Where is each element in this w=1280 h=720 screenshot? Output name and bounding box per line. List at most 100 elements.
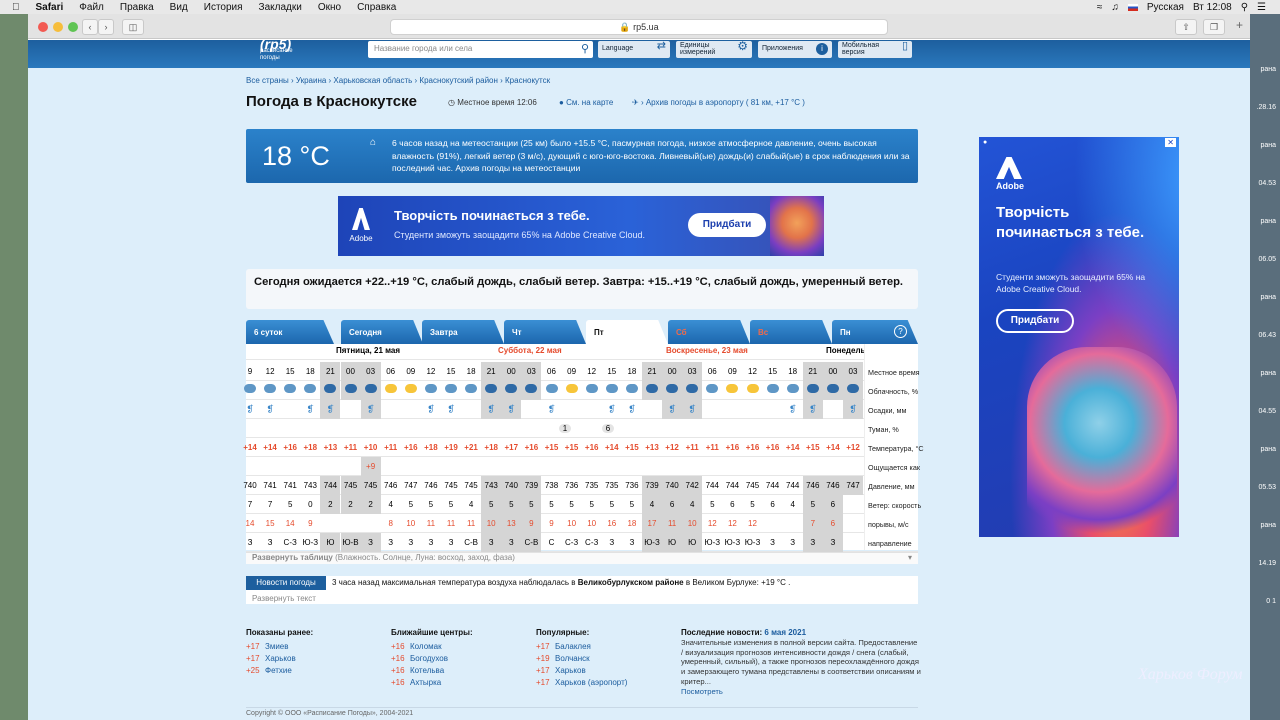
- desktop-file-label[interactable]: 04.55: [1258, 408, 1276, 415]
- wind-speed-cell: 5: [481, 495, 502, 514]
- menu-view[interactable]: Вид: [170, 2, 188, 13]
- view-more-link[interactable]: Посмотреть: [681, 687, 921, 697]
- desktop-file-label[interactable]: рана: [1260, 522, 1276, 529]
- address-bar[interactable]: 🔒 rp5.ua: [390, 19, 888, 35]
- list-item[interactable]: +17 Харьков (аэропорт): [536, 678, 627, 687]
- expand-news-link[interactable]: Развернуть текст: [252, 594, 316, 603]
- wind-gust-cell: 10: [406, 519, 416, 528]
- search-icon[interactable]: ⚲: [581, 41, 589, 57]
- ad-buy-button[interactable]: Придбати: [688, 213, 766, 237]
- tab-sunday[interactable]: Вс: [750, 320, 832, 344]
- menu-history[interactable]: История: [204, 2, 243, 13]
- language-button[interactable]: Language ⇄: [598, 41, 670, 58]
- mobile-version-button[interactable]: Мобильная версия ▯: [838, 41, 912, 58]
- share-icon[interactable]: ⇧: [1175, 19, 1197, 35]
- desktop-file-label[interactable]: 06.43: [1258, 332, 1276, 339]
- close-window-icon[interactable]: [38, 22, 48, 32]
- clock[interactable]: Вт 12:08: [1193, 2, 1232, 13]
- sidebar-toggle-icon[interactable]: ◫: [122, 19, 144, 35]
- tab-6-days[interactable]: 6 суток: [246, 320, 334, 344]
- wind-speed-cell: 5: [750, 500, 755, 509]
- search-icon[interactable]: ⚲: [1241, 2, 1248, 13]
- desktop-file-label[interactable]: 0 1: [1266, 598, 1276, 605]
- desktop-file-label[interactable]: 05.53: [1258, 484, 1276, 491]
- pressure-cell: 743: [303, 481, 317, 490]
- list-item[interactable]: +17 Балаклея: [536, 642, 627, 651]
- list-item[interactable]: +25 Фетхие: [246, 666, 313, 675]
- flag-icon[interactable]: [1127, 3, 1138, 11]
- menu-file[interactable]: Файл: [79, 2, 104, 13]
- desktop-file-label[interactable]: рана: [1260, 218, 1276, 225]
- new-tab-icon[interactable]: +: [1236, 18, 1243, 32]
- list-item[interactable]: +19 Волчанск: [536, 654, 627, 663]
- forward-button[interactable]: ›: [98, 19, 114, 35]
- tabs-overview-icon[interactable]: ❐: [1203, 19, 1225, 35]
- night-cloud-icon: [521, 381, 542, 400]
- current-weather-text[interactable]: 6 часов назад на метеостанции (25 км) бы…: [392, 137, 912, 175]
- list-item[interactable]: +16 Котельва: [391, 666, 473, 675]
- hour-cell: 00: [501, 362, 522, 381]
- adobe-banner-ad[interactable]: Adobe Творчість починається з тебе. Студ…: [338, 196, 824, 256]
- back-button[interactable]: ‹: [82, 19, 98, 35]
- menu-bookmarks[interactable]: Закладки: [259, 2, 302, 13]
- list-item[interactable]: +17 Змиев: [246, 642, 313, 651]
- pressure-cell: 747: [404, 481, 418, 490]
- menu-help[interactable]: Справка: [357, 2, 396, 13]
- desktop-file-label[interactable]: 04.53: [1258, 180, 1276, 187]
- menubar-status-area: ≈ ♫ Русская Вт 12:08 ⚲ ☰: [1097, 2, 1280, 13]
- wind-gust-cell: 18: [627, 519, 637, 528]
- help-icon[interactable]: ?: [894, 325, 907, 338]
- cloud-rain-icon: [783, 381, 803, 400]
- minimize-window-icon[interactable]: [53, 22, 63, 32]
- ad-choices-icon[interactable]: ●: [983, 139, 987, 146]
- ad-buy-button[interactable]: Придбати: [996, 309, 1074, 333]
- zoom-window-icon[interactable]: [68, 22, 78, 32]
- breadcrumb[interactable]: Все страны › Украина › Харьковская облас…: [246, 76, 550, 85]
- adobe-side-ad[interactable]: ● ✕ Adobe Творчість починається з тебе. …: [979, 137, 1179, 537]
- rain-drop-icon: ❡: [547, 404, 556, 414]
- airport-archive-link[interactable]: ✈ › Архив погоды в аэропорту ( 81 км, +1…: [632, 98, 805, 107]
- desktop-file-label[interactable]: рана: [1260, 294, 1276, 301]
- logo-mark-icon: (rp5): [260, 36, 292, 52]
- wind-direction-cell: З: [448, 538, 454, 547]
- desktop-file-label[interactable]: рана: [1260, 66, 1276, 73]
- list-item[interactable]: +16 Богодухов: [391, 654, 473, 663]
- nearby-centers: Ближайшие центры: +16 Коломак +16 Богодухо…: [391, 628, 473, 687]
- apple-menu-icon[interactable]: : [12, 2, 20, 13]
- desktop-file-label[interactable]: рана: [1260, 370, 1276, 377]
- wind-direction-cell: Ю-З: [302, 538, 319, 547]
- input-language[interactable]: Русская: [1147, 2, 1184, 13]
- expand-table-link[interactable]: Развернуть таблицу (Влажность. Солнце, Л…: [246, 552, 918, 564]
- tab-friday[interactable]: Пт: [586, 320, 668, 344]
- list-item[interactable]: +17 Харьков: [246, 654, 313, 663]
- wifi-icon[interactable]: ≈: [1097, 2, 1103, 13]
- news-date-link[interactable]: 6 мая 2021: [764, 628, 806, 637]
- volume-icon[interactable]: ♫: [1111, 2, 1119, 13]
- units-button[interactable]: Единицы измерений ⚙: [676, 40, 752, 58]
- tab-saturday[interactable]: Сб: [668, 320, 750, 344]
- menu-window[interactable]: Окно: [318, 2, 341, 13]
- desktop-file-label[interactable]: рана: [1260, 446, 1276, 453]
- tab-today[interactable]: Сегодня: [341, 320, 423, 344]
- feels-like-cell: +9: [360, 457, 381, 476]
- desktop-file-label[interactable]: .28.16: [1257, 104, 1276, 111]
- list-item[interactable]: +16 Ахтырка: [391, 678, 473, 687]
- tab-thursday[interactable]: Чт: [504, 320, 586, 344]
- list-item[interactable]: +16 Коломак: [391, 642, 473, 651]
- menu-app-safari[interactable]: Safari: [36, 2, 64, 13]
- city-search-input[interactable]: Название города или села ⚲: [368, 41, 593, 58]
- apps-button[interactable]: Приложения i: [758, 41, 832, 58]
- desktop-file-label[interactable]: рана: [1260, 142, 1276, 149]
- menu-edit[interactable]: Правка: [120, 2, 154, 13]
- menu-list-icon[interactable]: ☰: [1257, 2, 1266, 13]
- tab-tomorrow[interactable]: Завтра: [422, 320, 504, 344]
- map-link[interactable]: ● См. на карте: [559, 98, 613, 107]
- desktop-file-label[interactable]: 14.19: [1258, 560, 1276, 567]
- close-ad-icon[interactable]: ✕: [1165, 138, 1176, 147]
- temperature-cell: +18: [484, 443, 498, 452]
- wind-gust-cell: 9: [308, 519, 313, 528]
- site-logo[interactable]: (rp5) расписание погоды: [260, 36, 293, 62]
- wind-gust-cell: 11: [426, 519, 436, 528]
- list-item[interactable]: +17 Харьков: [536, 666, 627, 675]
- desktop-file-label[interactable]: 06.05: [1258, 256, 1276, 263]
